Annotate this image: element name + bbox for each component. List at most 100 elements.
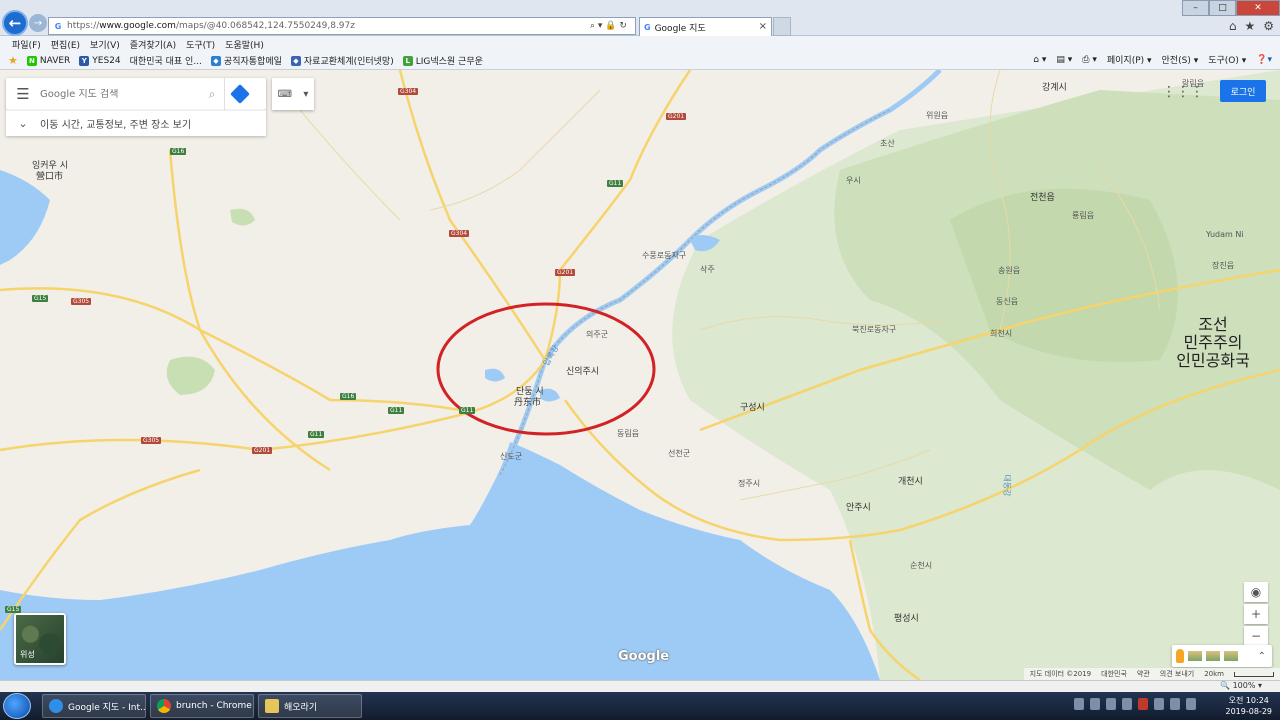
taskbar-item-chrome[interactable]: brunch - Chrome bbox=[150, 694, 254, 718]
start-button[interactable] bbox=[3, 693, 31, 719]
favorite-lig[interactable]: L LIG넥스원 근무운 bbox=[402, 54, 483, 67]
zoom-level[interactable]: 🔍 100% ▾ bbox=[1220, 681, 1262, 690]
place-label[interactable]: 신도군 bbox=[500, 451, 522, 462]
place-label[interactable]: 장진읍 bbox=[1212, 260, 1234, 271]
menu-bar: 파일(F) 편집(E) 보기(V) 즐겨찾기(A) 도구(T) 도움말(H) bbox=[0, 36, 1280, 52]
explore-nearby-bar[interactable]: ⌄ 이동 시간, 교통정보, 주변 장소 보기 bbox=[6, 110, 266, 136]
favorite-gov-mail[interactable]: ◆ 공직자통합메일 bbox=[210, 54, 282, 67]
menu-tools[interactable]: 도구(T) bbox=[186, 38, 215, 51]
place-label[interactable]: 丹东市 bbox=[514, 395, 541, 408]
place-label[interactable]: 의주군 bbox=[586, 329, 608, 340]
naver-icon: N bbox=[26, 55, 37, 66]
favorite-korea-portal[interactable]: 대한민국 대표 인... bbox=[130, 54, 202, 67]
imagery-thumbnail[interactable] bbox=[1188, 651, 1202, 661]
input-tools-button[interactable]: ⌨ ▾ bbox=[272, 78, 314, 110]
search-icon[interactable]: ⌕ bbox=[200, 87, 224, 102]
tray-icon[interactable] bbox=[1090, 698, 1100, 710]
favorites-star-icon[interactable]: ★ bbox=[1244, 19, 1255, 33]
menu-favorites[interactable]: 즐겨찾기(A) bbox=[130, 38, 176, 51]
place-label[interactable]: 동신읍 bbox=[996, 296, 1018, 307]
directions-icon[interactable] bbox=[224, 78, 254, 110]
tab-google-maps[interactable]: G Google 지도 × bbox=[639, 17, 772, 36]
clock[interactable]: 오전 10:24 2019-08-29 bbox=[1226, 695, 1273, 717]
maximize-button[interactable]: □ bbox=[1209, 0, 1236, 16]
place-label[interactable]: 우시 bbox=[846, 175, 861, 186]
settings-gear-icon[interactable]: ⚙ bbox=[1263, 19, 1274, 33]
address-bar-icons[interactable]: ⌕ ▾ 🔒 ↻ bbox=[590, 17, 627, 35]
imagery-thumbnail[interactable] bbox=[1224, 651, 1238, 661]
place-label[interactable]: 평성시 bbox=[894, 611, 919, 624]
tray-icon[interactable] bbox=[1122, 698, 1132, 710]
back-button[interactable]: ← bbox=[2, 10, 28, 36]
place-label[interactable]: 정주시 bbox=[738, 478, 760, 489]
tray-icon[interactable] bbox=[1170, 698, 1180, 710]
zoom-in-button[interactable]: + bbox=[1244, 604, 1268, 624]
volume-icon[interactable] bbox=[1186, 698, 1196, 710]
map-canvas[interactable]: G304 G201 G16 G11 G304 G201 G15 G305 G16… bbox=[0, 70, 1280, 680]
lig-icon: L bbox=[402, 55, 413, 66]
place-label[interactable]: Yudam Ni bbox=[1206, 230, 1244, 239]
close-window-button[interactable]: ✕ bbox=[1236, 0, 1280, 16]
address-bar[interactable]: G https:// www.google.com /maps/@40.0685… bbox=[48, 17, 636, 35]
tray-icon[interactable] bbox=[1106, 698, 1116, 710]
home-cmd-icon[interactable]: ⌂ ▾ bbox=[1033, 55, 1046, 65]
taskbar-item-ie[interactable]: Google 지도 - Int... bbox=[42, 694, 146, 718]
satellite-toggle[interactable]: 위성 bbox=[14, 613, 66, 665]
help-icon[interactable]: ❓▾ bbox=[1256, 55, 1272, 65]
imagery-thumbnail[interactable] bbox=[1206, 651, 1220, 661]
tray-icon[interactable] bbox=[1154, 698, 1164, 710]
new-tab-button[interactable] bbox=[773, 17, 791, 36]
hamburger-menu-icon[interactable]: ☰ bbox=[6, 85, 40, 103]
place-label[interactable]: 송원읍 bbox=[998, 265, 1020, 276]
print-icon[interactable]: ⎙ ▾ bbox=[1082, 55, 1097, 65]
my-location-icon[interactable]: ◉ bbox=[1244, 582, 1268, 602]
place-label[interactable]: 강계시 bbox=[1042, 80, 1067, 93]
place-label[interactable]: 위원읍 bbox=[926, 110, 948, 121]
forward-button[interactable]: → bbox=[29, 14, 47, 32]
menu-help[interactable]: 도움말(H) bbox=[225, 38, 264, 51]
taskbar-item-folder[interactable]: 해오라기 bbox=[258, 694, 362, 718]
google-apps-icon[interactable]: ⋮⋮⋮ bbox=[1162, 84, 1204, 100]
zoom-controls: ◉ + − bbox=[1244, 582, 1268, 648]
place-label[interactable]: 북진로동자구 bbox=[852, 324, 896, 335]
tray-icon[interactable] bbox=[1138, 698, 1148, 710]
favorites-star-icon[interactable]: ★ bbox=[8, 54, 18, 67]
place-label[interactable]: 안주시 bbox=[846, 500, 871, 513]
tab-favicon-icon: G bbox=[644, 22, 651, 32]
place-label[interactable]: 동림읍 bbox=[617, 428, 639, 439]
place-label[interactable]: 營口市 bbox=[36, 169, 63, 182]
home-icon[interactable]: ⌂ bbox=[1229, 19, 1237, 33]
search-input[interactable] bbox=[40, 88, 200, 100]
place-label[interactable]: 전천읍 bbox=[1030, 190, 1055, 203]
favorite-data-exchange[interactable]: ◆ 자료교환체계(인터넷망) bbox=[290, 54, 394, 67]
pegman-icon[interactable] bbox=[1176, 649, 1184, 663]
menu-edit[interactable]: 편집(E) bbox=[51, 38, 80, 51]
expand-icon[interactable]: ⌃ bbox=[1258, 651, 1266, 662]
menu-view[interactable]: 보기(V) bbox=[90, 38, 120, 51]
tab-close-icon[interactable]: × bbox=[759, 21, 767, 32]
minimize-button[interactable]: – bbox=[1182, 0, 1209, 16]
place-label[interactable]: 순천시 bbox=[910, 560, 932, 571]
favorite-naver[interactable]: N NAVER bbox=[26, 55, 70, 66]
place-label[interactable]: 선천군 bbox=[668, 448, 690, 459]
favorite-yes24[interactable]: Y YES24 bbox=[79, 55, 121, 66]
cmd-tools[interactable]: 도구(O) ▾ bbox=[1208, 53, 1246, 66]
zoom-out-button[interactable]: − bbox=[1244, 626, 1268, 646]
place-label[interactable]: 개천시 bbox=[898, 474, 923, 487]
feeds-icon[interactable]: ▤ ▾ bbox=[1056, 55, 1072, 65]
highway-shield: G11 bbox=[459, 407, 476, 414]
menu-file[interactable]: 파일(F) bbox=[12, 38, 41, 51]
place-label[interactable]: 삭주 bbox=[700, 264, 715, 275]
tray-icon[interactable] bbox=[1074, 698, 1084, 710]
place-label[interactable]: 초산 bbox=[880, 138, 895, 149]
highway-shield: G201 bbox=[555, 269, 576, 276]
gov-mail-icon: ◆ bbox=[210, 55, 221, 66]
place-label[interactable]: 수풍로동자구 bbox=[642, 250, 686, 261]
cmd-page[interactable]: 페이지(P) ▾ bbox=[1107, 53, 1152, 66]
place-label[interactable]: 룡림읍 bbox=[1072, 210, 1094, 221]
place-label[interactable]: 구성시 bbox=[740, 400, 765, 413]
place-label[interactable]: 희천시 bbox=[990, 328, 1012, 339]
cmd-safety[interactable]: 안전(S) ▾ bbox=[1162, 53, 1199, 66]
place-label[interactable]: 신의주시 bbox=[566, 364, 599, 377]
login-button[interactable]: 로그인 bbox=[1220, 80, 1266, 102]
